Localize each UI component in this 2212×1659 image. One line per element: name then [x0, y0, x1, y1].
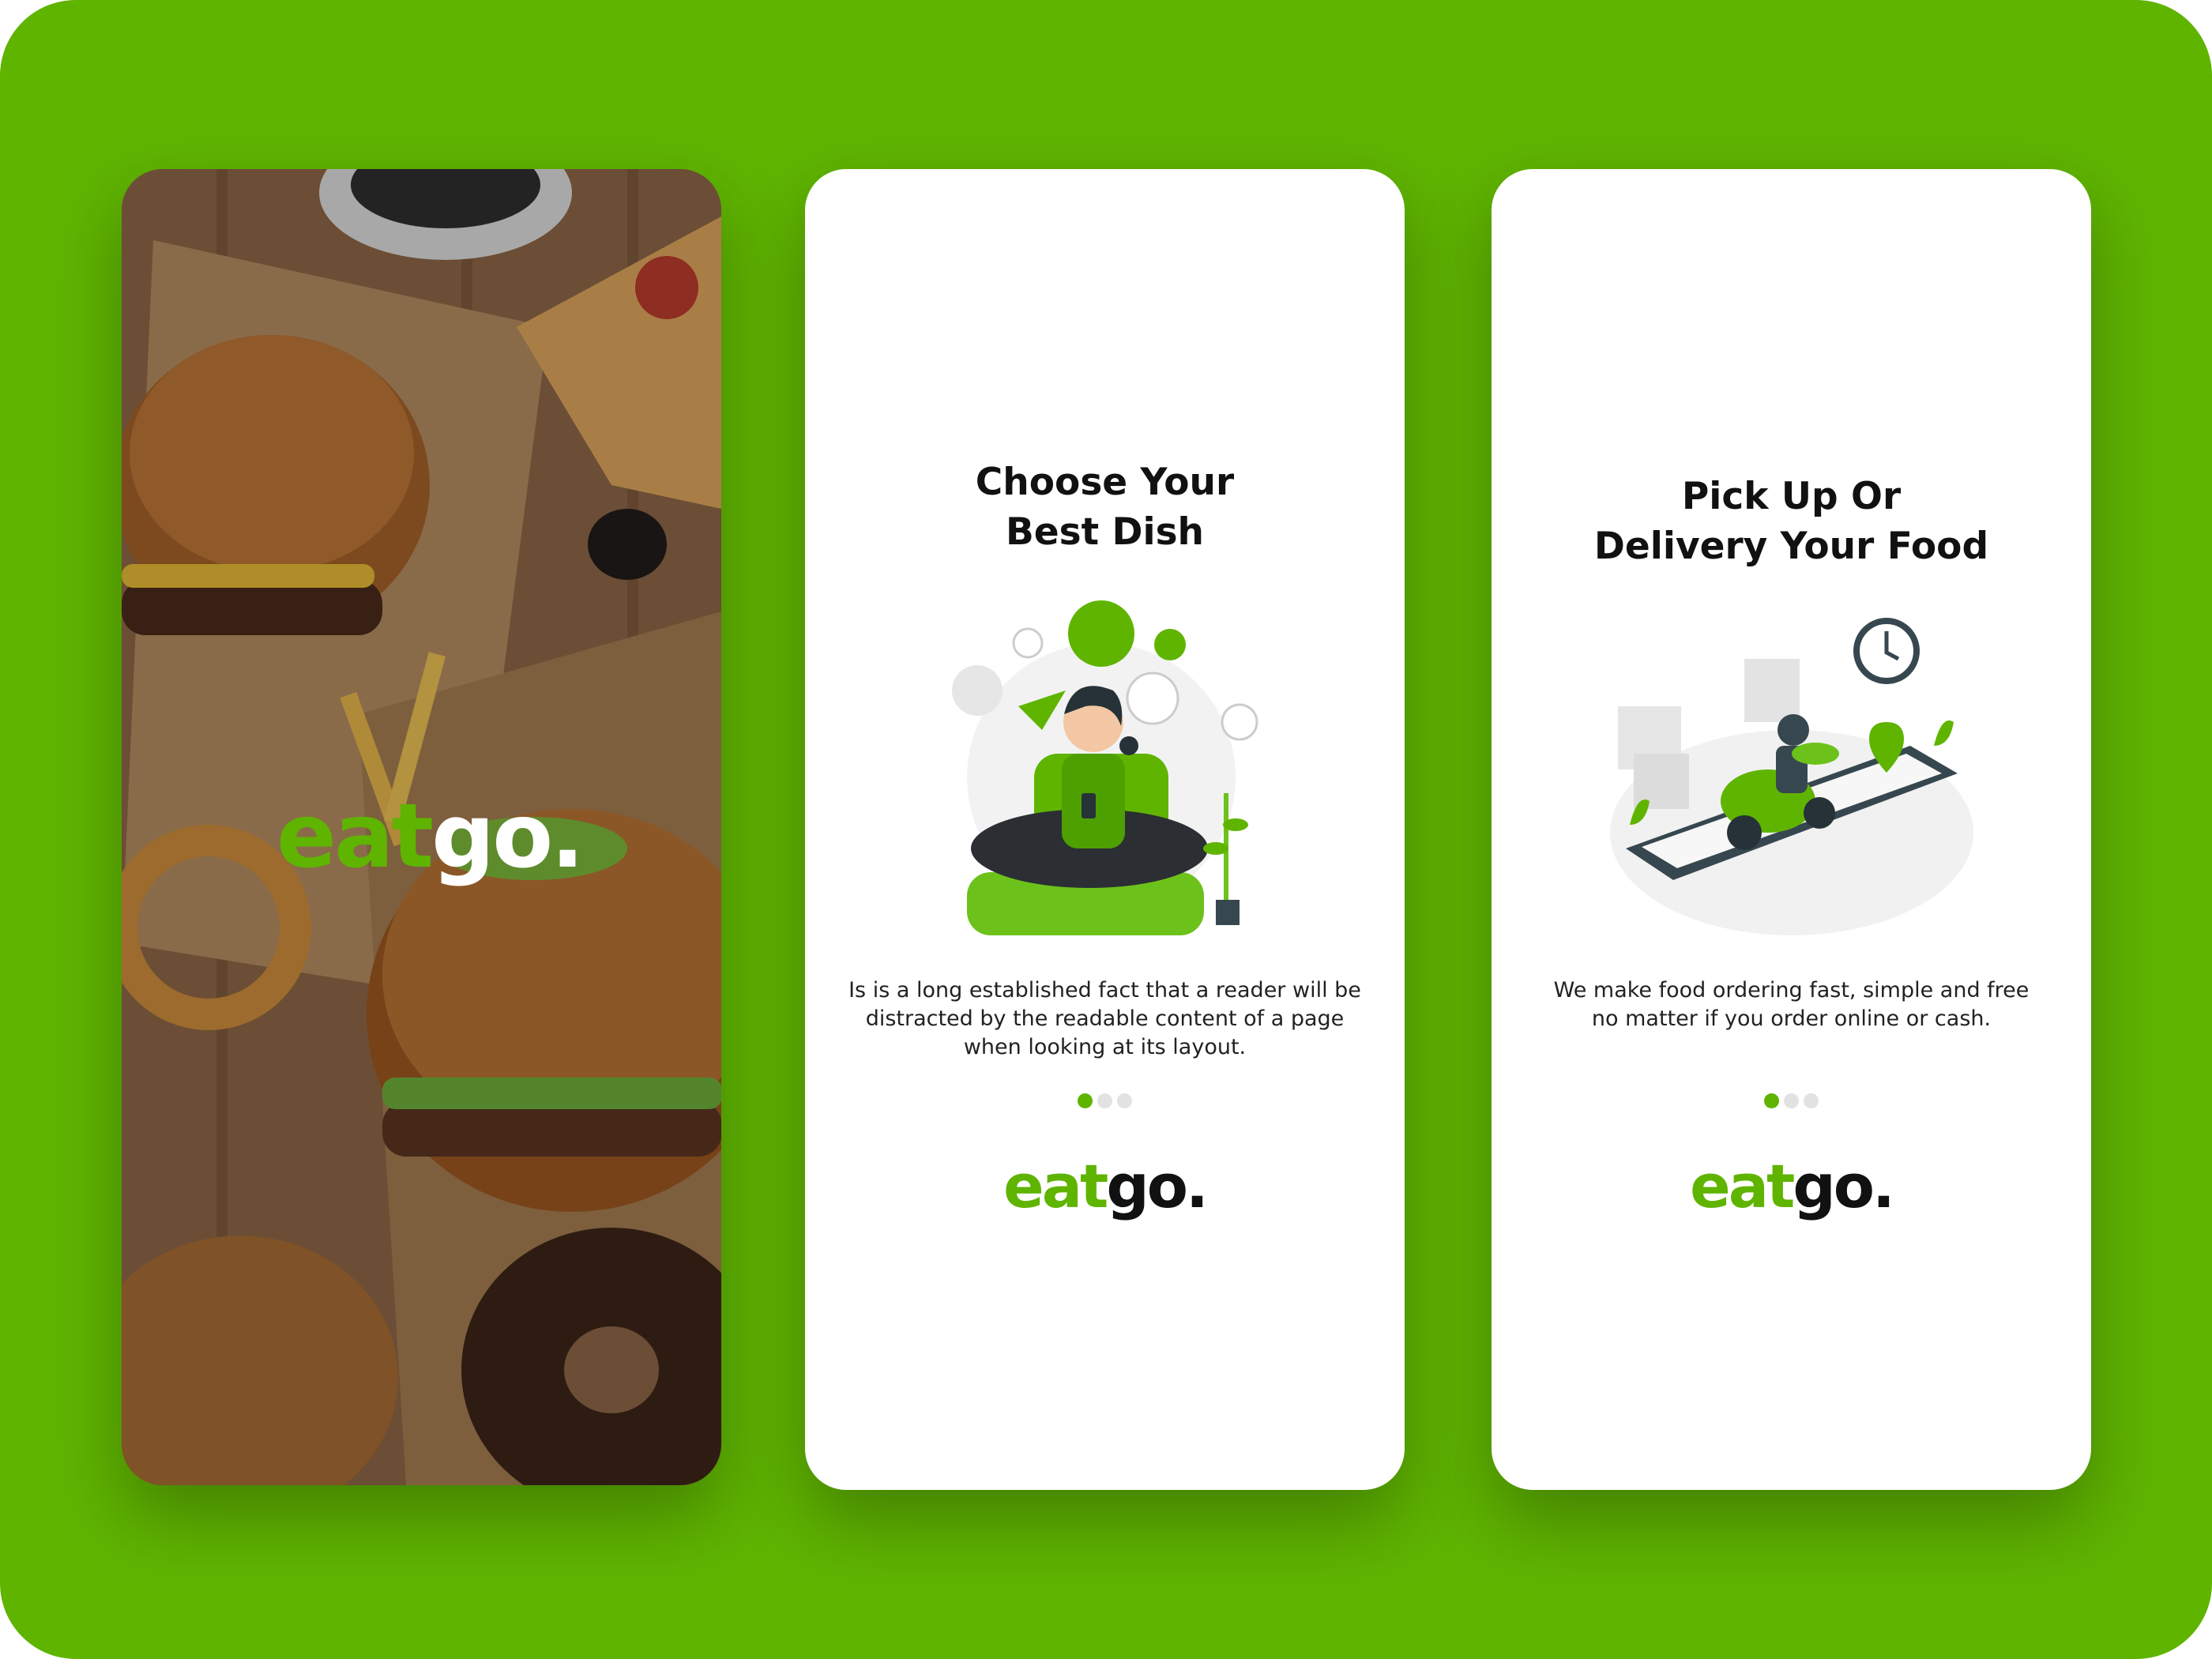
splash-screen: eatgo. — [122, 169, 721, 1485]
logo-part-eat: eat — [1690, 1151, 1795, 1221]
onboarding-description: Is is a long established fact that a rea… — [848, 978, 1361, 1059]
splash-logo: eatgo. — [276, 785, 585, 888]
page-dot-3[interactable] — [1117, 1093, 1132, 1108]
woman-ordering-illustration — [952, 600, 1258, 935]
logo-part-go: go. — [1793, 1151, 1894, 1221]
onboarding-title: Pick Up Or Delivery Your Food — [1593, 475, 1989, 568]
logo-part-go: go. — [431, 785, 585, 888]
page-dot-1[interactable] — [1764, 1093, 1779, 1108]
page-indicator — [1492, 1093, 2091, 1112]
screen-logo: eatgo. — [1492, 1151, 2091, 1222]
page-dot-1[interactable] — [1078, 1093, 1093, 1108]
logo-part-eat: eat — [1003, 1151, 1108, 1221]
presentation-board: eatgo. Choose Your Best Dish Is is a lon… — [0, 0, 2212, 1659]
onboarding-description: We make food ordering fast, simple and f… — [1553, 978, 2030, 1031]
page-indicator — [805, 1093, 1405, 1112]
logo-part-go: go. — [1106, 1151, 1208, 1221]
onboarding-title: Choose Your Best Dish — [975, 461, 1235, 554]
page-dot-2[interactable] — [1097, 1093, 1112, 1108]
screen-logo: eatgo. — [805, 1151, 1405, 1222]
logo-part-eat: eat — [276, 785, 434, 888]
page-dot-3[interactable] — [1804, 1093, 1819, 1108]
scooter-delivery-illustration — [1610, 618, 1973, 935]
onboarding-screen-1: Choose Your Best Dish Is is a long estab… — [805, 169, 1405, 1490]
onboarding-screen-2: Pick Up Or Delivery Your Food We make fo… — [1492, 169, 2091, 1490]
page-dot-2[interactable] — [1784, 1093, 1799, 1108]
